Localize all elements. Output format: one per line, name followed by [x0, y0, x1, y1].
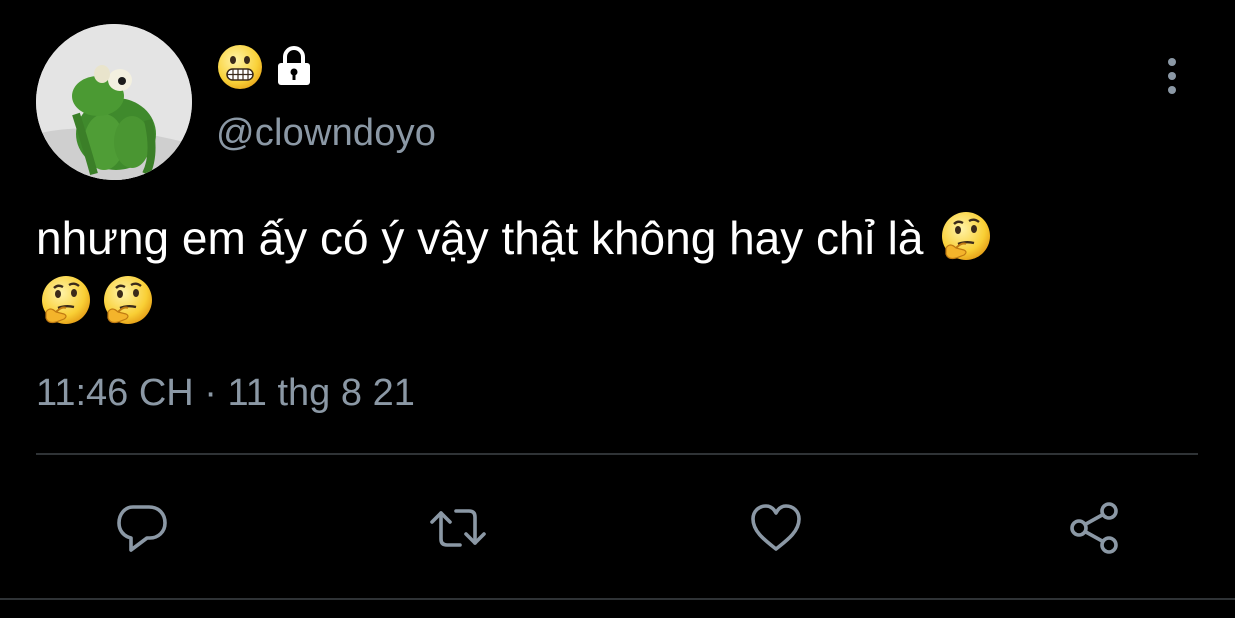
share-icon	[1070, 502, 1118, 554]
like-icon	[751, 504, 801, 551]
tweet-emoji-line	[36, 270, 158, 334]
user-handle[interactable]: @clowndoyo	[216, 112, 436, 155]
tweet-card: @clowndoyo nhưng em ấy có ý vậy thật khô…	[0, 0, 1235, 618]
grimacing-face-icon	[218, 45, 262, 89]
display-name[interactable]	[216, 42, 318, 92]
kermit-avatar-icon	[36, 24, 192, 180]
more-dot	[1168, 72, 1176, 80]
reply-icon	[117, 505, 167, 552]
lock-icon	[278, 46, 310, 85]
like-button[interactable]	[744, 496, 808, 560]
tweet-text: nhưng em ấy có ý vậy thật không hay chỉ …	[36, 206, 1156, 270]
retweet-button[interactable]	[426, 496, 490, 560]
more-options-icon[interactable]	[1150, 52, 1194, 100]
avatar[interactable]	[36, 24, 192, 180]
tweet-text-body: nhưng em ấy có ý vậy thật không hay chỉ …	[36, 212, 924, 264]
reply-button[interactable]	[110, 496, 174, 560]
divider	[36, 453, 1198, 455]
retweet-icon	[430, 509, 486, 547]
tweet-timestamp[interactable]: 11:46 CH · 11 thg 8 21	[36, 372, 415, 415]
more-dot	[1168, 86, 1176, 94]
tweet-actions	[0, 496, 1235, 560]
thinking-face-icon	[42, 276, 90, 324]
thinking-face-icon	[942, 212, 991, 260]
thinking-face-icon	[104, 276, 152, 324]
more-dot	[1168, 58, 1176, 66]
divider	[0, 598, 1235, 600]
share-button[interactable]	[1062, 496, 1126, 560]
